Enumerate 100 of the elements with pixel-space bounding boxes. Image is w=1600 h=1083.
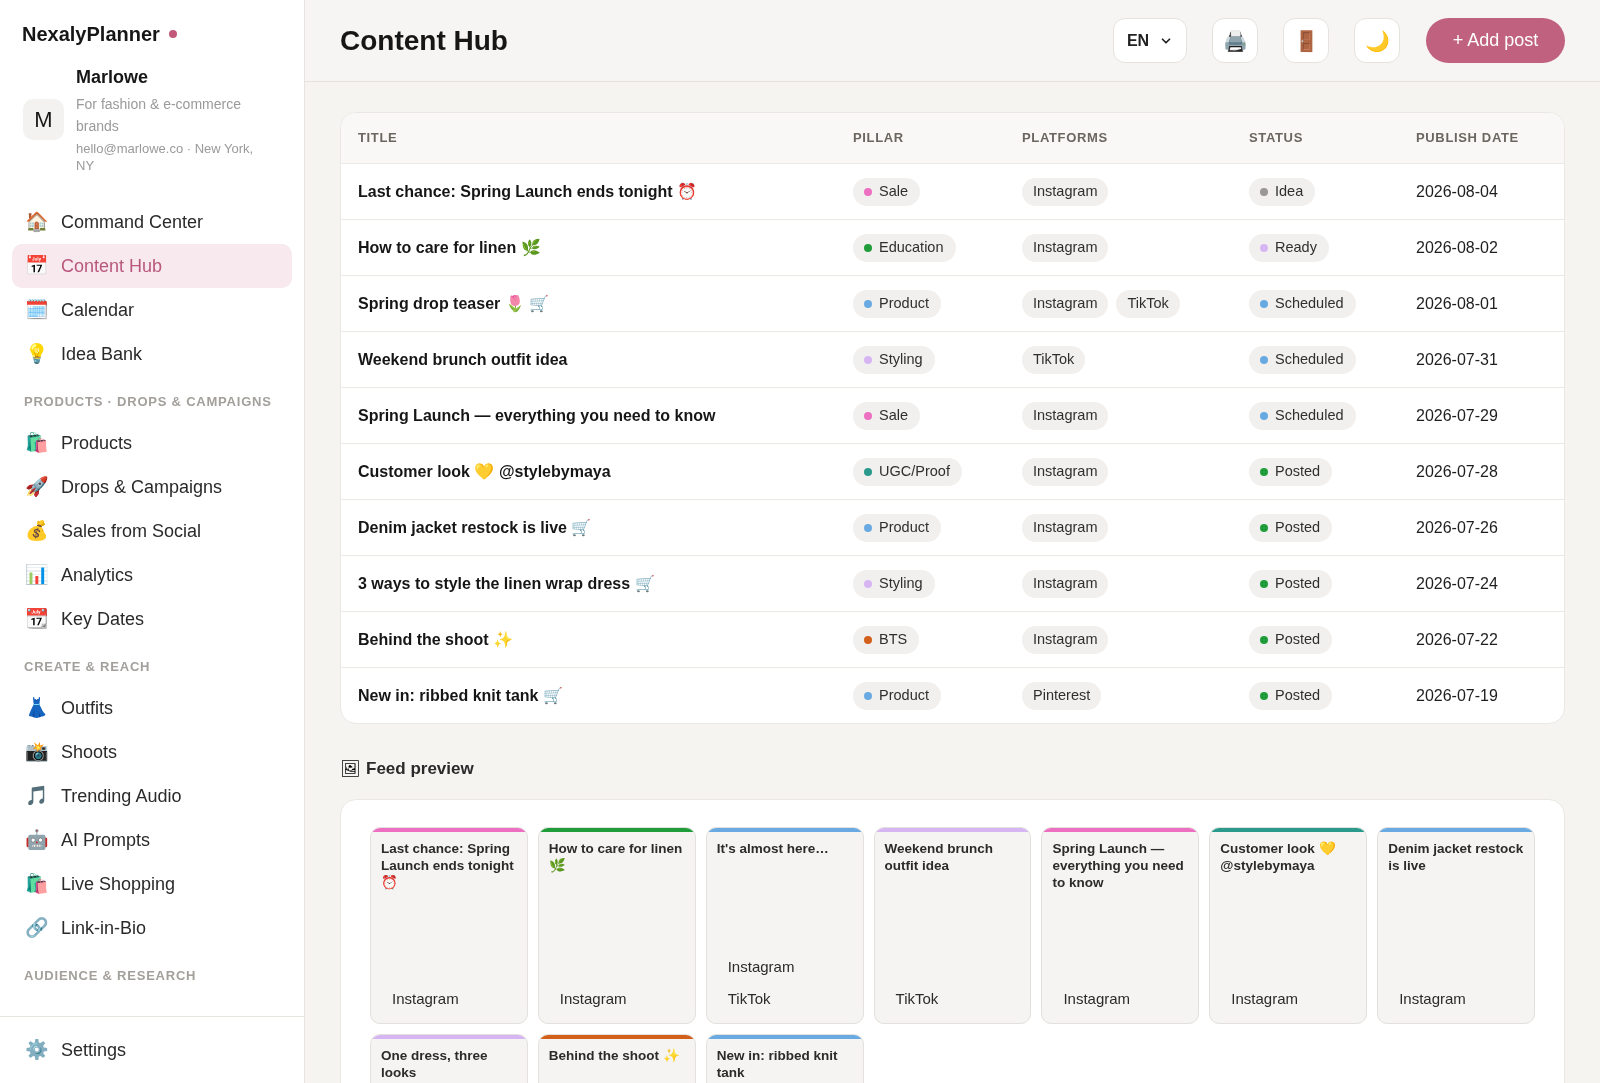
tile-title: Denim jacket restock is live <box>1387 840 1525 874</box>
platform-tag: Pinterest <box>1022 681 1102 710</box>
profile-name: Marlowe <box>76 66 150 89</box>
platform-label: Instagram <box>558 989 628 1009</box>
sidebar-item[interactable]: 🗓 Calendar <box>12 288 292 332</box>
pillar-label: UGC/Proof <box>879 461 950 481</box>
framed-picture-icon: 🖼 <box>340 759 360 779</box>
rocket-icon: 🚀 <box>25 476 47 498</box>
column-header: STATUS <box>1249 129 1304 148</box>
column-header: PUBLISH DATE <box>1416 129 1520 148</box>
settings-icon: ⚙ <box>25 1039 47 1061</box>
status-label: Posted <box>1275 461 1321 481</box>
sidebar-item[interactable]: 🔗 Link-in-Bio <box>12 906 292 950</box>
status-label: Posted <box>1275 685 1321 705</box>
publish-date: 2026-07-24 <box>1416 573 1499 594</box>
status-label: Scheduled <box>1275 405 1344 425</box>
platform-tag: Instagram <box>1022 569 1109 598</box>
sidebar-item[interactable]: 🚀 Drops & Campaigns <box>12 465 292 509</box>
post-title: 3 ways to style the linen wrap dress 🛒 <box>358 573 656 594</box>
section-heading: AUDIENCE & RESEARCH <box>23 967 198 985</box>
column-header: PLATFORMS <box>1022 129 1109 148</box>
tile-title: Last chance: Spring Launch ends tonight ⏰ <box>380 840 515 891</box>
tile-title: It's almost here… <box>715 840 830 857</box>
sidebar-item[interactable]: 📊 Analytics <box>12 553 292 597</box>
pillar-label: Product <box>879 517 929 537</box>
platform-tag: Instagram <box>1022 625 1109 654</box>
platform-tag: Instagram <box>1022 177 1109 206</box>
sidebar-item[interactable]: 🎵 Trending Audio <box>12 774 292 818</box>
moon-icon: 🌙 <box>1364 29 1390 52</box>
profile-contact: hello@marlowe.co · New York, NY <box>76 140 255 174</box>
status-label: Scheduled <box>1275 349 1344 369</box>
profile-tagline: For fashion & e-commerce brands <box>76 95 242 136</box>
platform-tag: Instagram <box>1022 457 1109 486</box>
sidebar-item[interactable]: 🤖 AI Prompts <box>12 818 292 862</box>
pillar-label: Product <box>879 685 929 705</box>
publish-date: 2026-07-19 <box>1416 685 1499 706</box>
post-title: Customer look 💛 @stylebymaya <box>358 461 612 482</box>
platform-label: Instagram <box>726 957 796 977</box>
platform-label: Instagram <box>1230 989 1299 1009</box>
publish-date: 2026-08-01 <box>1416 293 1499 314</box>
platform-tag: TikTok <box>1022 345 1086 374</box>
section-heading: CREATE & REACH <box>23 658 152 676</box>
link-icon: 🔗 <box>25 917 47 939</box>
status-label: Scheduled <box>1275 293 1344 313</box>
add-post-button[interactable]: + Add post <box>1426 18 1565 63</box>
platform-tag: Instagram <box>1022 513 1109 542</box>
platform-tag: TikTok <box>1116 289 1180 318</box>
bar-chart-icon: 📊 <box>25 564 47 586</box>
tile-title: One dress, three looks <box>380 1047 489 1081</box>
sidebar-item[interactable]: 🛍 Products <box>12 421 292 465</box>
shopping-bags-icon: 🛍 <box>25 873 47 895</box>
pillar-label: Sale <box>879 405 909 425</box>
print-button[interactable]: 🖨 <box>1212 18 1258 63</box>
music-note-icon: 🎵 <box>25 785 47 807</box>
sidebar-item[interactable]: 📸 Shoots <box>12 730 292 774</box>
platform-tag: Instagram <box>1022 401 1109 430</box>
tile-title: Customer look 💛 @stylebymaya <box>1219 840 1337 874</box>
post-title: How to care for linen 🌿 <box>358 237 542 258</box>
printer-icon: 🖨 <box>1222 29 1248 52</box>
pillar-label: Sale <box>879 181 909 201</box>
post-title: Spring drop teaser 🌷 🛒 <box>358 293 551 314</box>
status-label: Idea <box>1275 181 1304 201</box>
sidebar-item[interactable]: ⚙ Settings <box>12 1028 292 1072</box>
post-title: Weekend brunch outfit idea <box>358 349 569 370</box>
page-title: Content Hub <box>340 23 508 58</box>
platform-label: Instagram <box>1062 989 1132 1009</box>
post-title: Denim jacket restock is live 🛒 <box>358 517 593 538</box>
tile-title: Behind the shoot ✨ <box>547 1047 681 1064</box>
post-title: Spring Launch — everything you need to know <box>358 405 717 426</box>
platform-tag: Instagram <box>1022 233 1109 262</box>
platform-label: Instagram <box>391 989 460 1009</box>
sidebar-item[interactable]: 💡 Idea Bank <box>12 332 292 376</box>
platform-tag: Instagram <box>1022 289 1109 318</box>
tile-title: Spring Launch — everything you need to know <box>1051 840 1185 891</box>
sidebar-item[interactable]: 🛍 Live Shopping <box>12 862 292 906</box>
sidebar-item[interactable]: 🏠 Command Center <box>12 200 292 244</box>
shopping-bags-icon: 🛍 <box>25 432 47 454</box>
sidebar-item[interactable]: 📅 Content Hub <box>12 244 292 288</box>
sidebar-item[interactable]: 💰 Sales from Social <box>12 509 292 553</box>
avatar: M <box>23 98 64 140</box>
language-select[interactable]: EN <box>1113 18 1187 63</box>
brand-name: NexalyPlanner <box>22 22 160 46</box>
platform-label: TikTok <box>726 989 772 1009</box>
publish-date: 2026-08-04 <box>1416 181 1499 202</box>
sidebar-item[interactable]: 👗 Outfits <box>12 686 292 730</box>
sidebar-item[interactable]: 📆 Key Dates <box>12 597 292 641</box>
pillar-label: BTS <box>879 629 908 649</box>
post-title: Last chance: Spring Launch ends tonight ⏰ <box>358 181 699 202</box>
camera-icon: 📸 <box>25 741 47 763</box>
dress-icon: 👗 <box>25 697 47 719</box>
platform-label: TikTok <box>894 989 940 1009</box>
calendar-icon: 📅 <box>25 255 47 277</box>
section-title: Feed preview <box>366 758 474 780</box>
calendar-icon: 🗓 <box>25 299 47 321</box>
logout-button[interactable]: 🚪 <box>1283 18 1329 63</box>
status-label: Posted <box>1275 573 1321 593</box>
section-heading: PRODUCTS · DROPS & CAMPAIGNS <box>23 393 273 411</box>
pillar-label: Product <box>879 293 929 313</box>
publish-date: 2026-07-22 <box>1416 629 1499 650</box>
tile-title: Weekend brunch outfit idea <box>883 840 995 874</box>
